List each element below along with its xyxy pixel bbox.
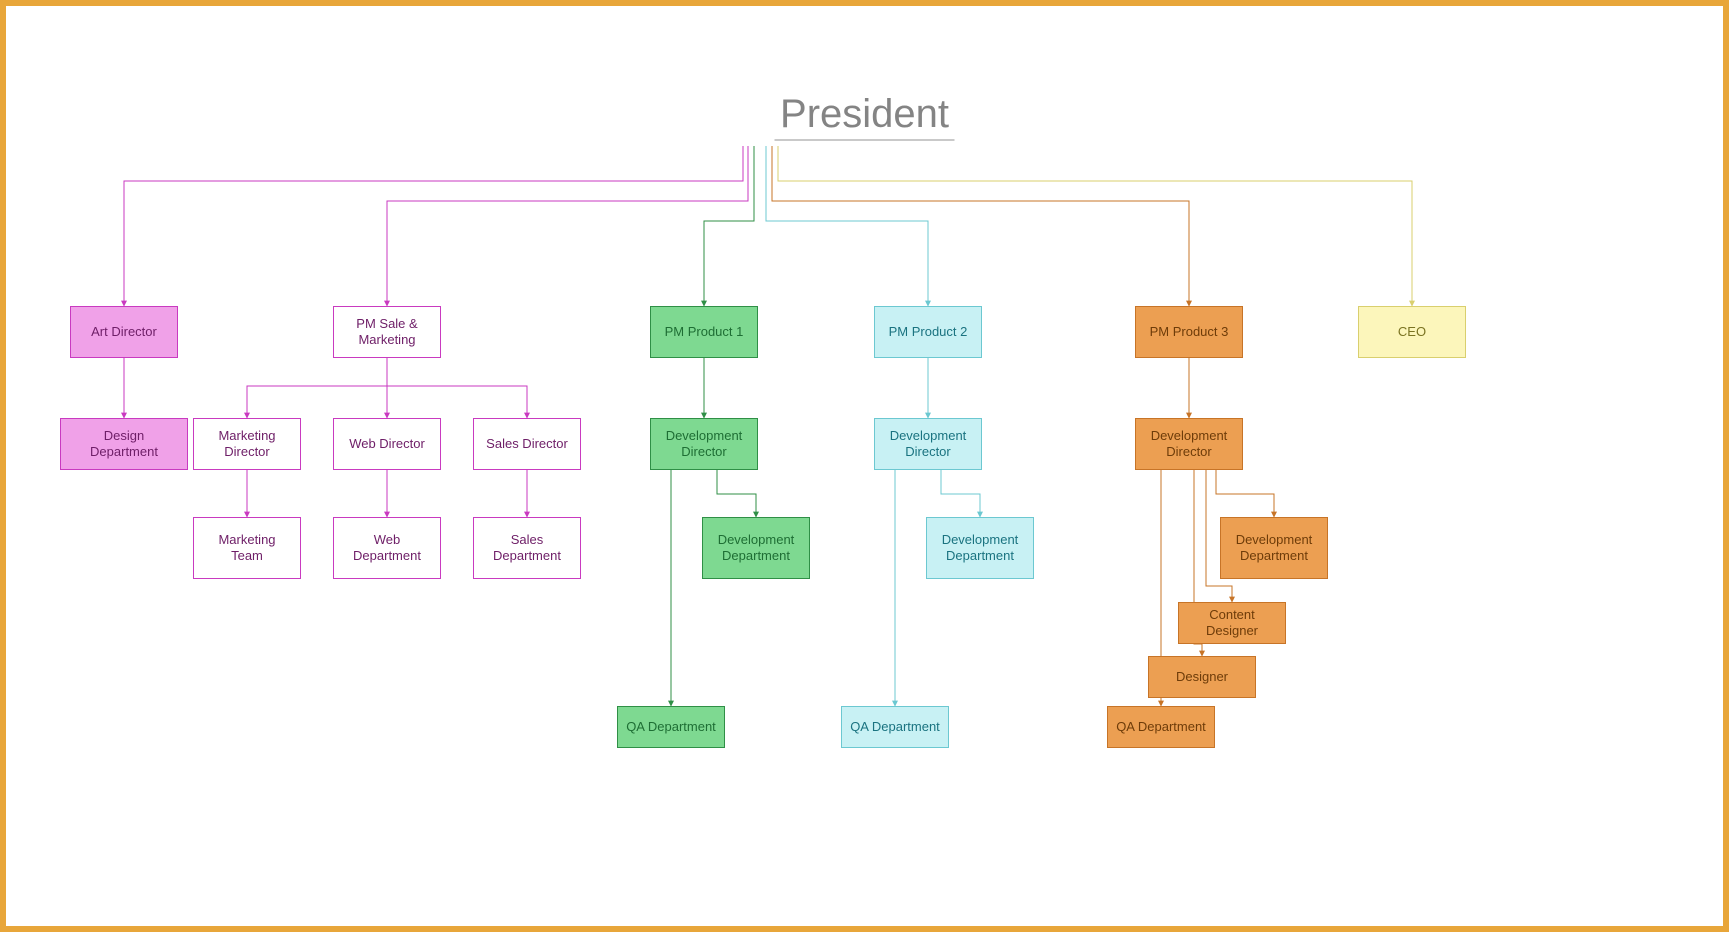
node-pm-product-2: PM Product 2: [874, 306, 982, 358]
node-qa-dept-3: QA Department: [1107, 706, 1215, 748]
node-art-director: Art Director: [70, 306, 178, 358]
node-sales-dept: Sales Department: [473, 517, 581, 579]
node-qa-dept-2: QA Department: [841, 706, 949, 748]
node-web-director: Web Director: [333, 418, 441, 470]
node-sales-director: Sales Director: [473, 418, 581, 470]
node-pm-product-3: PM Product 3: [1135, 306, 1243, 358]
node-qa-dept-1: QA Department: [617, 706, 725, 748]
node-content-designer: Content Designer: [1178, 602, 1286, 644]
node-dev-dept-3: Development Department: [1220, 517, 1328, 579]
node-designer: Designer: [1148, 656, 1256, 698]
node-dev-dept-2: Development Department: [926, 517, 1034, 579]
node-marketing-team: Marketing Team: [193, 517, 301, 579]
node-dev-dir-1: Development Director: [650, 418, 758, 470]
node-pm-product-1: PM Product 1: [650, 306, 758, 358]
org-chart-frame: President: [0, 0, 1729, 932]
node-pm-sale-mkt: PM Sale & Marketing: [333, 306, 441, 358]
node-marketing-director: Marketing Director: [193, 418, 301, 470]
node-web-dept: Web Department: [333, 517, 441, 579]
node-dev-dir-2: Development Director: [874, 418, 982, 470]
node-ceo: CEO: [1358, 306, 1466, 358]
node-design-dept: Design Department: [60, 418, 188, 470]
root-title: President: [774, 92, 955, 141]
node-dev-dept-1: Development Department: [702, 517, 810, 579]
node-dev-dir-3: Development Director: [1135, 418, 1243, 470]
